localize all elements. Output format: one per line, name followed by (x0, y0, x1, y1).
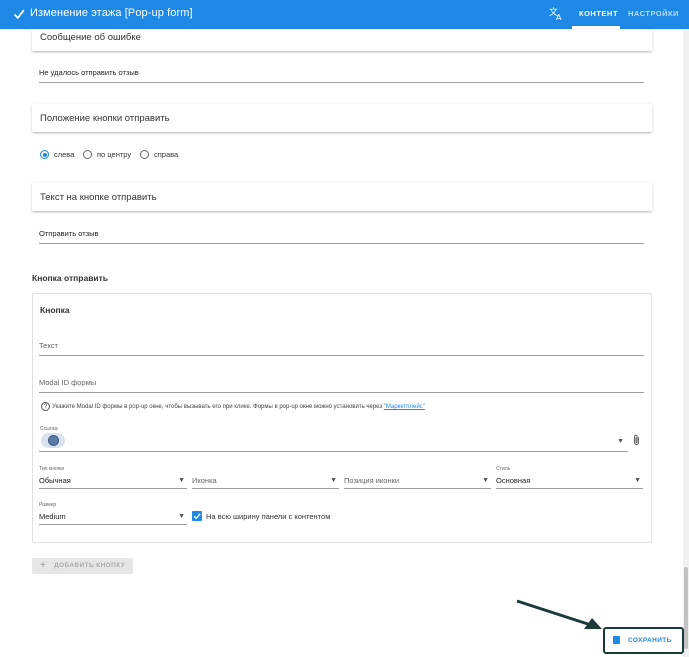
button-type-label: Тип кнопки (39, 466, 65, 472)
chevron-down-icon[interactable]: ▼ (482, 477, 489, 484)
add-button-button[interactable]: + ДОБАВИТЬ КНОПКУ (32, 558, 133, 574)
link-label: Ссылка (40, 426, 58, 432)
radio-circle[interactable] (40, 150, 49, 159)
submit-text-value: Отправить отзыв (39, 229, 99, 238)
full-width-checkbox[interactable] (192, 511, 202, 521)
hint-text: Укажите Modal ID формы в pop-up окне, чт… (52, 404, 384, 411)
page-title: Изменение этажа [Pop-up form] (30, 7, 193, 19)
submit-text-input[interactable]: Отправить отзыв (39, 226, 644, 244)
button-type-select[interactable]: Тип кнопки Обычная ▼ (39, 466, 187, 489)
modal-id-placeholder: Modal ID формы (39, 378, 97, 387)
paperclip-icon[interactable] (632, 434, 641, 446)
radio-label: справа (154, 150, 179, 159)
translate-icon[interactable]: 文 A (549, 6, 564, 21)
save-label: СОХРАНИТЬ (628, 637, 672, 644)
chevron-down-icon[interactable]: ▼ (178, 477, 185, 484)
style-label: Стиль (496, 466, 511, 472)
style-value: Основная (496, 476, 531, 485)
radio-circle[interactable] (83, 150, 92, 159)
save-highlight-frame: СОХРАНИТЬ (603, 627, 684, 654)
plus-icon: + (40, 560, 46, 571)
button-text-placeholder: Текст (39, 341, 58, 350)
radio-label: по центру (97, 150, 132, 159)
check-icon[interactable] (13, 7, 25, 21)
svg-text:A: A (556, 13, 562, 21)
submit-button-heading: Кнопка отправить (32, 273, 109, 283)
size-label: Размер (39, 502, 57, 508)
check-icon (193, 513, 201, 520)
icon-position-select[interactable]: Позиция иконки ▼ (344, 467, 491, 489)
link-type-chip[interactable] (41, 433, 65, 448)
icon-select[interactable]: Иконка ▼ (192, 467, 339, 489)
chevron-down-icon[interactable]: ▼ (330, 477, 337, 484)
tab-content[interactable]: КОНТЕНТ (579, 9, 618, 18)
modal-id-input[interactable]: Modal ID формы (39, 375, 644, 393)
size-select[interactable]: Размер Medium ▼ (39, 502, 187, 525)
submit-text-section: Текст на кнопке отправить (32, 183, 652, 211)
save-disk-icon (613, 636, 620, 644)
error-message-value: Не удалось отправить отзыв (39, 68, 139, 77)
scrollbar-thumb[interactable] (684, 567, 688, 649)
button-text-input[interactable]: Текст (39, 338, 644, 356)
top-bar: Изменение этажа [Pop-up form] 文 A КОНТЕН… (0, 0, 689, 29)
section-heading: Текст на кнопке отправить (40, 192, 157, 203)
button-card-title: Кнопка (40, 305, 70, 315)
submit-position-section: Положение кнопки отправить (32, 104, 652, 132)
marketplace-link[interactable]: "Маркетплейс" (384, 404, 425, 410)
icon-position-placeholder: Позиция иконки (344, 476, 400, 485)
link-select[interactable]: Ссылка ▼ (39, 426, 628, 452)
style-select[interactable]: Стиль Основная ▼ (496, 466, 643, 489)
save-button[interactable]: СОХРАНИТЬ (611, 633, 677, 648)
modal-id-hint: ? Укажите Modal ID формы в pop-up окне, ч… (41, 402, 425, 411)
button-type-value: Обычная (39, 476, 71, 485)
section-heading: Сообщение об ошибке (40, 32, 141, 43)
size-value: Medium (39, 512, 66, 521)
help-icon: ? (41, 402, 50, 411)
full-width-label: На всю ширину панели с контентом (206, 512, 331, 521)
icon-placeholder: Иконка (192, 476, 217, 485)
scrollbar[interactable] (683, 29, 689, 657)
tab-settings[interactable]: НАСТРОЙКИ (628, 9, 679, 18)
chevron-down-icon[interactable]: ▼ (634, 477, 641, 484)
add-button-label: ДОБАВИТЬ КНОПКУ (54, 562, 126, 569)
annotation-arrow-icon (516, 599, 602, 629)
error-message-input[interactable]: Не удалось отправить отзыв (39, 65, 644, 83)
radio-circle[interactable] (140, 150, 149, 159)
radio-label: слева (54, 150, 75, 159)
section-heading: Положение кнопки отправить (40, 113, 170, 124)
chevron-down-icon[interactable]: ▼ (178, 513, 185, 520)
chevron-down-icon[interactable]: ▼ (617, 438, 624, 445)
link-chip-icon (48, 435, 59, 446)
error-message-section: Сообщение об ошибке (32, 29, 652, 51)
